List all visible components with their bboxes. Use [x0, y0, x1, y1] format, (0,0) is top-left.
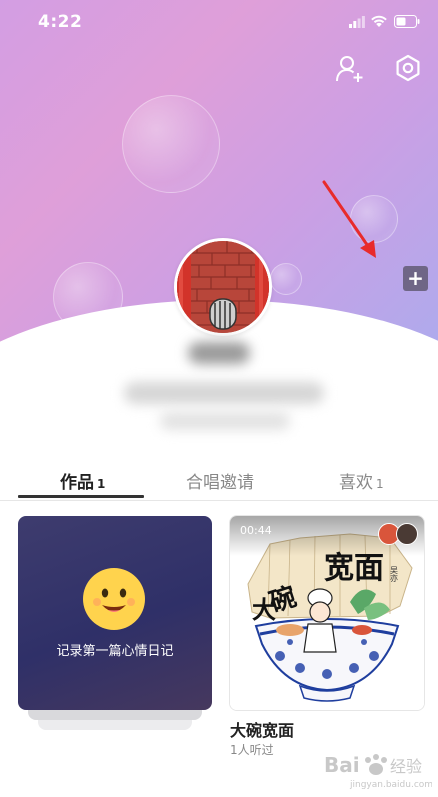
blurred-user-bio: [160, 412, 290, 430]
tab-likes-count: 1: [376, 477, 384, 491]
tab-likes-label: 喜欢: [339, 473, 373, 493]
tab-chorus-invites[interactable]: 合唱邀请: [186, 468, 254, 493]
wifi-icon: [371, 15, 387, 27]
mood-diary-text: 记录第一篇心情日记: [56, 644, 174, 659]
baidu-jingyan-watermark: Bai 经验 jingyan.baidu.com: [324, 753, 432, 790]
work-listen-count: 1人听过: [230, 743, 274, 757]
tab-works-count: 1: [97, 477, 106, 491]
add-button[interactable]: +: [403, 266, 428, 291]
tab-likes[interactable]: 喜欢 1: [339, 468, 384, 493]
svg-text:jingyan.baidu.com: jingyan.baidu.com: [349, 780, 432, 790]
svg-text:大: 大: [252, 595, 276, 624]
bubble-decoration: [122, 95, 220, 193]
status-time: 4:22: [38, 12, 83, 32]
smiley-icon: [83, 568, 145, 630]
blurred-username: [188, 342, 250, 364]
svg-text:经验: 经验: [390, 757, 422, 776]
mood-diary-card[interactable]: 记录第一篇心情日记: [18, 516, 212, 710]
tab-chorus-label: 合唱邀请: [186, 473, 254, 493]
add-friend-icon[interactable]: [335, 54, 365, 84]
cellular-signal-icon: [349, 16, 365, 28]
tab-works-label: 作品: [60, 473, 94, 493]
work-card[interactable]: 宽面 碗 大 吴亦 00:44: [229, 515, 425, 711]
work-title[interactable]: 大碗宽面: [230, 717, 294, 741]
active-tab-indicator: [18, 495, 144, 498]
annotation-arrow-icon: [322, 180, 376, 258]
status-bar: 4:22: [0, 0, 438, 44]
svg-text:Bai: Bai: [324, 753, 360, 777]
blurred-user-stats: [124, 382, 324, 404]
profile-tabs: 作品 1 合唱邀请 喜欢 1: [0, 458, 438, 501]
avatar[interactable]: [174, 238, 272, 336]
battery-icon: [394, 15, 420, 28]
avatar-image: [177, 241, 269, 333]
settings-icon[interactable]: [393, 53, 423, 83]
svg-text:宽面: 宽面: [324, 551, 384, 586]
collaborator-avatar[interactable]: [396, 523, 418, 545]
svg-text:吴亦: 吴亦: [390, 566, 399, 583]
bubble-decoration: [270, 263, 302, 295]
tab-works[interactable]: 作品 1: [60, 468, 105, 493]
work-duration: 00:44: [240, 524, 272, 537]
